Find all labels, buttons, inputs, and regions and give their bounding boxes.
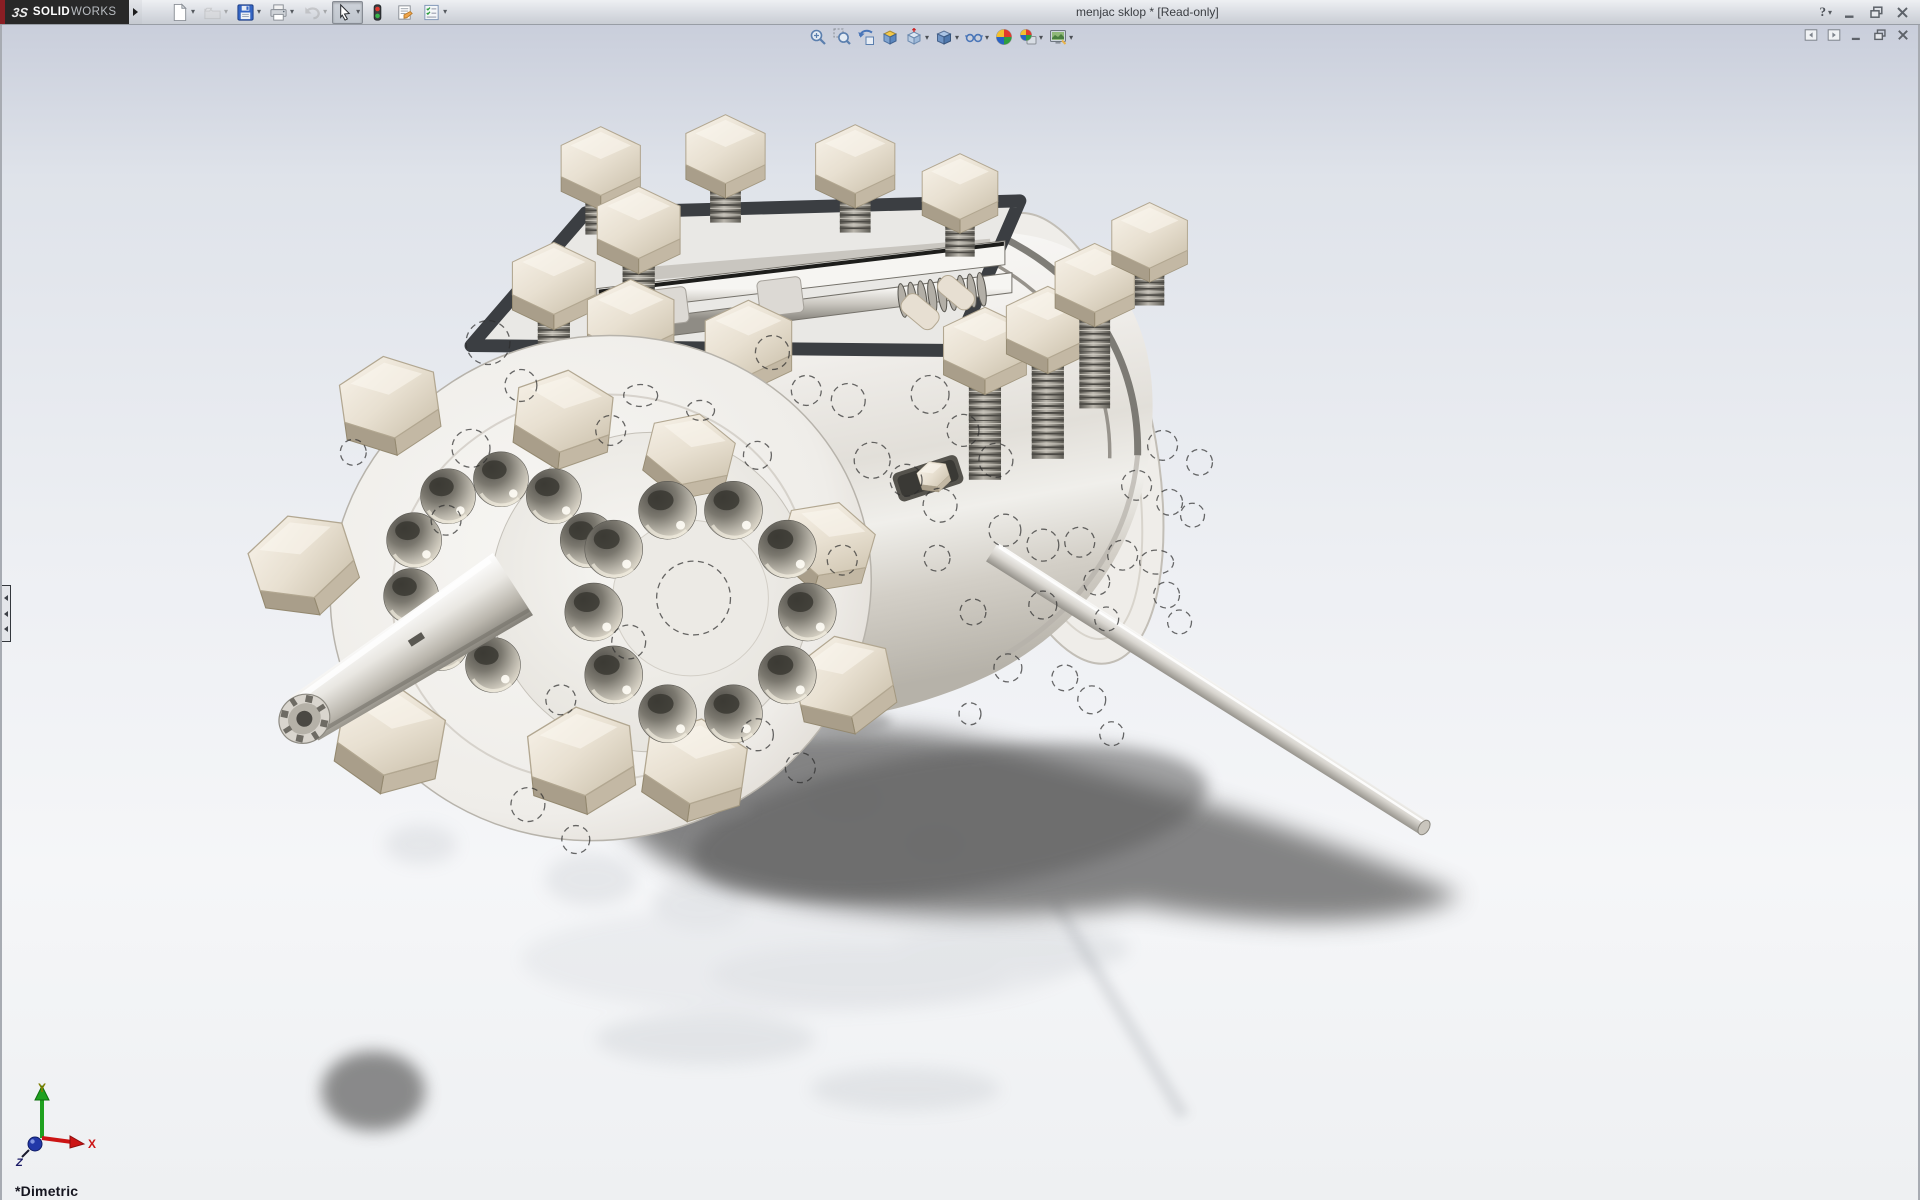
collapse-left-icon <box>4 611 8 617</box>
dropdown-arrow-icon[interactable]: ▾ <box>224 8 228 16</box>
dropdown-arrow-icon[interactable]: ▾ <box>356 8 360 16</box>
new-document-button[interactable]: ▾ <box>167 1 198 24</box>
minimize-button[interactable] <box>1843 5 1858 20</box>
edit-appearance-button[interactable] <box>994 27 1014 47</box>
solidworks-logo: 3S SOLID WORKS <box>0 0 129 24</box>
open-button[interactable]: ▾ <box>200 1 231 24</box>
restore-button[interactable] <box>1869 5 1884 20</box>
zoom-to-fit-button[interactable] <box>808 27 828 47</box>
view-orientation-button[interactable]: ▾ <box>904 27 930 47</box>
dropdown-arrow-icon[interactable]: ▾ <box>257 8 261 16</box>
featuremanager-collapsed-tab[interactable] <box>2 585 11 642</box>
dropdown-arrow-icon[interactable]: ▾ <box>323 8 327 16</box>
zoom-to-area-button[interactable] <box>832 27 852 47</box>
graphics-viewport[interactable]: ▾ ▾ ▾ ▾ ▾ Y X Z *Dimetric <box>0 24 1920 1200</box>
window-title: menjac sklop * [Read-only] <box>1076 0 1219 24</box>
dropdown-arrow-icon[interactable]: ▾ <box>1069 33 1073 42</box>
axis-x-label: X <box>88 1137 96 1151</box>
dropdown-arrow-icon[interactable]: ▾ <box>1828 8 1832 17</box>
main-toolbar: ▾ ▾ ▾ ▾ ▾ ▾ ▾ <box>167 1 450 23</box>
close-button[interactable] <box>1895 5 1910 20</box>
window-controls: ?▾ <box>1819 0 1910 24</box>
options-button[interactable]: ▾ <box>419 1 450 24</box>
undo-button[interactable]: ▾ <box>299 1 330 24</box>
apply-scene-button[interactable]: ▾ <box>1018 27 1044 47</box>
brand-name-bold: SOLID <box>33 6 70 18</box>
hide-show-items-button[interactable]: ▾ <box>964 27 990 47</box>
document-window-controls <box>1804 28 1910 42</box>
gearbox-model-render[interactable] <box>2 24 1918 1200</box>
view-orientation-label: *Dimetric <box>15 1183 78 1199</box>
titlebar: 3S SOLID WORKS ▾ ▾ ▾ ▾ ▾ ▾ ▾ menjac sklop * [R… <box>0 0 1920 25</box>
dropdown-arrow-icon[interactable]: ▾ <box>290 8 294 16</box>
save-button[interactable]: ▾ <box>233 1 264 24</box>
collapse-left-icon <box>4 595 8 601</box>
collapse-left-icon <box>4 626 8 632</box>
dropdown-arrow-icon[interactable]: ▾ <box>443 8 447 16</box>
print-button[interactable]: ▾ <box>266 1 297 24</box>
view-settings-button[interactable]: ▾ <box>1048 27 1074 47</box>
axis-z-label: Z <box>15 1157 24 1169</box>
close-button[interactable] <box>1896 28 1910 42</box>
display-style-button[interactable]: ▾ <box>934 27 960 47</box>
right-triangle-icon <box>133 8 138 16</box>
rebuild-button[interactable] <box>365 1 390 24</box>
menu-flyout-arrow[interactable] <box>129 0 142 24</box>
previous-view-button[interactable] <box>856 27 876 47</box>
restore-button[interactable] <box>1873 28 1887 42</box>
axis-y-label: Y <box>38 1081 46 1095</box>
dropdown-arrow-icon[interactable]: ▾ <box>925 33 929 42</box>
headsup-view-toolbar: ▾ ▾ ▾ ▾ ▾ <box>808 27 1074 47</box>
dropdown-arrow-icon[interactable]: ▾ <box>955 33 959 42</box>
3ds-logo-icon: 3S <box>11 5 29 20</box>
minimize-button[interactable] <box>1850 28 1864 42</box>
help-button[interactable]: ?▾ <box>1819 4 1832 20</box>
file-properties-button[interactable] <box>392 1 417 24</box>
brand-name-light: WORKS <box>71 6 116 18</box>
dropdown-arrow-icon[interactable]: ▾ <box>1039 33 1043 42</box>
orientation-triad: Y X Z <box>8 1078 104 1174</box>
select-button[interactable]: ▾ <box>332 1 363 24</box>
dropdown-arrow-icon[interactable]: ▾ <box>985 33 989 42</box>
pane-toggle-right-button[interactable] <box>1827 28 1841 42</box>
brand-red-bar <box>0 0 5 24</box>
dropdown-arrow-icon[interactable]: ▾ <box>191 8 195 16</box>
section-view-button[interactable] <box>880 27 900 47</box>
rod-reflection <box>1048 897 1190 1119</box>
pane-toggle-left-button[interactable] <box>1804 28 1818 42</box>
